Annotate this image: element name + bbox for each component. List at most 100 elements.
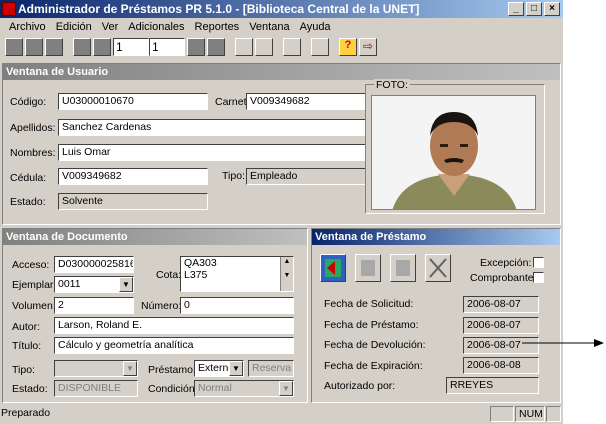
doc-estado-field: DISPONIBLE bbox=[54, 380, 138, 397]
ejemplar-label: Ejemplar: bbox=[12, 279, 57, 291]
nombres-field[interactable]: Luis Omar bbox=[58, 144, 366, 161]
tipo-field: Empleado bbox=[246, 168, 366, 185]
carnet-field[interactable]: V009349682 bbox=[246, 93, 366, 110]
maximize-button[interactable]: □ bbox=[526, 2, 542, 16]
apellidos-label: Apellidos: bbox=[10, 122, 56, 134]
last-record-button[interactable] bbox=[207, 38, 225, 56]
solicitud-label: Fecha de Solicitud: bbox=[324, 298, 414, 310]
volumen-label: Volumen: bbox=[12, 300, 56, 312]
doc-tipo-label: Tipo: bbox=[12, 364, 35, 376]
codigo-label: Código: bbox=[10, 96, 47, 108]
cota-field[interactable]: QA303 L375 ▲ ▼ bbox=[180, 256, 294, 292]
prestamo-header: Ventana de Préstamo bbox=[312, 229, 560, 245]
titulo-field[interactable]: Cálculo y geometría analítica bbox=[54, 337, 294, 354]
estado-field: Solvente bbox=[58, 193, 208, 210]
autor-field[interactable]: Larson, Roland E. bbox=[54, 317, 294, 334]
prev-button[interactable] bbox=[73, 38, 91, 56]
cota-line-2: L375 bbox=[184, 269, 208, 281]
user-photo bbox=[371, 95, 536, 210]
scroll-up-icon[interactable]: ▲ bbox=[281, 257, 293, 267]
cota-scrollbar[interactable]: ▲ ▼ bbox=[280, 257, 293, 291]
menu-bar: Archivo Edición Ver Adicionales Reportes… bbox=[0, 18, 336, 36]
form-icon[interactable] bbox=[235, 38, 253, 56]
chevron-down-icon[interactable]: ▼ bbox=[229, 361, 243, 376]
estado-label: Estado: bbox=[10, 196, 46, 208]
tipo-label: Tipo: bbox=[222, 170, 245, 182]
volumen-field[interactable]: 2 bbox=[54, 297, 134, 314]
first-record-button[interactable] bbox=[5, 38, 23, 56]
photo-frame: FOTO: bbox=[365, 79, 545, 214]
menu-adicionales[interactable]: Adicionales bbox=[123, 18, 189, 36]
app-icon bbox=[2, 2, 16, 16]
next-button[interactable] bbox=[187, 38, 205, 56]
status-text: Preparado bbox=[1, 407, 51, 419]
record-field-a[interactable]: 1 bbox=[113, 38, 149, 56]
autor-label: Autor: bbox=[12, 321, 41, 333]
reserva-button: Reserva bbox=[248, 360, 294, 377]
menu-reportes[interactable]: Reportes bbox=[190, 18, 245, 36]
close-button[interactable]: × bbox=[544, 2, 560, 16]
help-icon[interactable]: ? bbox=[339, 38, 357, 56]
copy-button[interactable] bbox=[25, 38, 43, 56]
cota-line-1: QA303 bbox=[184, 257, 217, 269]
toolbar: 1 1 ? ⇨ bbox=[0, 36, 563, 58]
solicitud-field: 2006-08-07 bbox=[463, 296, 539, 313]
documento-header: Ventana de Documento bbox=[3, 229, 307, 245]
comprobante-label: Comprobante: bbox=[470, 272, 537, 284]
excepcion-checkbox[interactable] bbox=[533, 257, 544, 268]
cedula-label: Cédula: bbox=[10, 172, 47, 184]
menu-ayuda[interactable]: Ayuda bbox=[295, 18, 336, 36]
renew-button bbox=[390, 254, 416, 282]
status-bar: Preparado NUM bbox=[0, 404, 563, 424]
ejemplar-select[interactable]: 0011 ▼ bbox=[54, 276, 134, 293]
menu-edicion[interactable]: Edición bbox=[51, 18, 97, 36]
record-field-b[interactable]: 1 bbox=[149, 38, 185, 56]
chevron-down-icon: ▼ bbox=[279, 381, 293, 396]
cedula-field[interactable]: V009349682 bbox=[58, 168, 208, 185]
paste-button[interactable] bbox=[45, 38, 63, 56]
doc-estado-label: Estado: bbox=[12, 383, 48, 395]
menu-ventana[interactable]: Ventana bbox=[244, 18, 294, 36]
prestamo-select[interactable]: Externo ▼ bbox=[194, 360, 244, 377]
title-bar: Administrador de Préstamos PR 5.1.0 - [B… bbox=[0, 0, 563, 18]
back-button[interactable] bbox=[93, 38, 111, 56]
titulo-label: Título: bbox=[12, 340, 42, 352]
minimize-button[interactable]: _ bbox=[508, 2, 524, 16]
ejemplar-value: 0011 bbox=[58, 278, 81, 290]
exit-icon[interactable]: ⇨ bbox=[359, 38, 377, 56]
carnet-label: Carnet: bbox=[215, 96, 250, 108]
codigo-field[interactable]: U03000010670 bbox=[58, 93, 208, 110]
status-num: NUM bbox=[515, 406, 545, 422]
numero-label: Número: bbox=[141, 300, 182, 312]
chevron-down-icon: ▼ bbox=[123, 361, 137, 376]
acceso-field[interactable]: D030000025816 bbox=[54, 256, 134, 273]
foto-label: FOTO: bbox=[374, 79, 410, 91]
list-icon[interactable] bbox=[255, 38, 273, 56]
expiracion-field: 2006-08-08 bbox=[463, 357, 539, 374]
cancel-icon[interactable] bbox=[425, 254, 451, 282]
print-icon[interactable] bbox=[283, 38, 301, 56]
window-icon[interactable] bbox=[311, 38, 329, 56]
scroll-down-icon[interactable]: ▼ bbox=[281, 271, 293, 281]
acceso-label: Acceso: bbox=[12, 259, 50, 271]
expiracion-label: Fecha de Expiración: bbox=[324, 360, 423, 372]
status-cell-empty bbox=[490, 406, 514, 422]
nombres-label: Nombres: bbox=[10, 147, 56, 159]
window-title: Administrador de Préstamos PR 5.1.0 - [B… bbox=[18, 2, 420, 16]
fprestamo-field: 2006-08-07 bbox=[463, 317, 539, 334]
doc-tipo-select: ▼ bbox=[54, 360, 138, 377]
fprestamo-label: Fecha de Préstamo: bbox=[324, 319, 419, 331]
lend-button[interactable] bbox=[320, 254, 346, 282]
autorizado-field: RREYES bbox=[446, 377, 539, 394]
return-button bbox=[355, 254, 381, 282]
menu-archivo[interactable]: Archivo bbox=[4, 18, 51, 36]
usuario-header: Ventana de Usuario bbox=[3, 64, 560, 80]
devolucion-label: Fecha de Devolución: bbox=[324, 339, 426, 351]
apellidos-field[interactable]: Sanchez Cardenas bbox=[58, 119, 366, 136]
menu-ver[interactable]: Ver bbox=[97, 18, 124, 36]
chevron-down-icon[interactable]: ▼ bbox=[119, 277, 133, 292]
comprobante-checkbox[interactable] bbox=[533, 272, 544, 283]
excepcion-label: Excepción: bbox=[480, 257, 532, 269]
numero-field[interactable]: 0 bbox=[180, 297, 294, 314]
main-window: Administrador de Préstamos PR 5.1.0 - [B… bbox=[0, 0, 563, 424]
